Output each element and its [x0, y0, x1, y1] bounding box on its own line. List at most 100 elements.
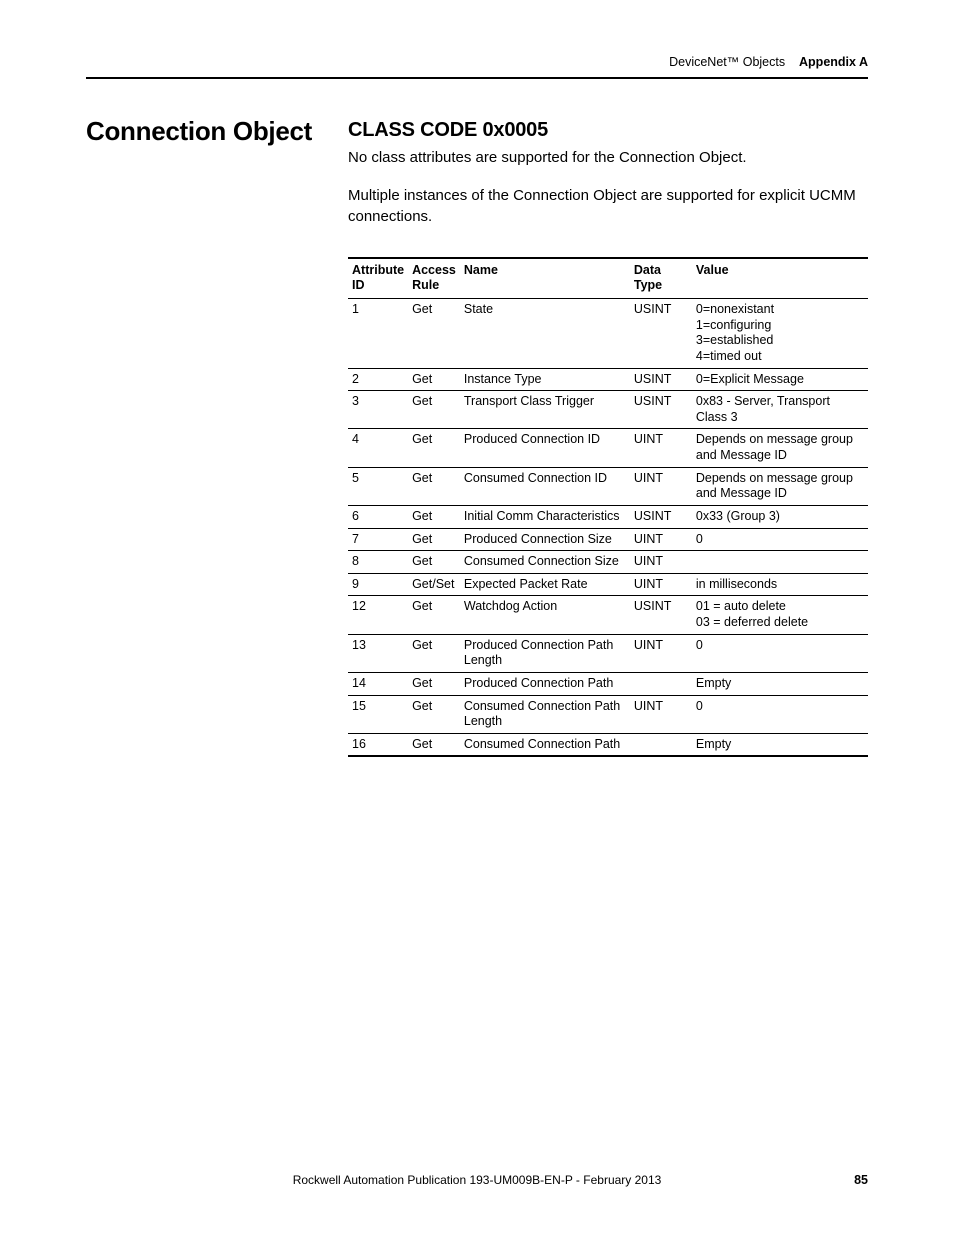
footer-publication: Rockwell Automation Publication 193-UM00…: [86, 1173, 868, 1187]
cell-name: Instance Type: [460, 368, 630, 391]
cell-type: [630, 672, 692, 695]
cell-id: 2: [348, 368, 408, 391]
cell-value: in milliseconds: [692, 573, 868, 596]
cell-id: 5: [348, 467, 408, 505]
cell-type: UINT: [630, 634, 692, 672]
cell-id: 3: [348, 391, 408, 429]
cell-type: [630, 733, 692, 756]
table-row: 7GetProduced Connection SizeUINT0: [348, 528, 868, 551]
cell-rule: Get: [408, 672, 460, 695]
cell-type: UINT: [630, 695, 692, 733]
th-value: Value: [692, 258, 868, 299]
cell-name: Produced Connection Path Length: [460, 634, 630, 672]
cell-value: 0x33 (Group 3): [692, 505, 868, 528]
table-row: 12GetWatchdog ActionUSINT01 = auto delet…: [348, 596, 868, 634]
attributes-table: Attribute ID Access Rule Name Data Type …: [348, 257, 868, 758]
table-row: 15GetConsumed Connection Path LengthUINT…: [348, 695, 868, 733]
paragraph-2: Multiple instances of the Connection Obj…: [348, 186, 868, 227]
table-row: 2GetInstance TypeUSINT0=Explicit Message: [348, 368, 868, 391]
cell-id: 14: [348, 672, 408, 695]
section-title: Connection Object: [86, 117, 348, 146]
cell-id: 4: [348, 429, 408, 467]
cell-type: UINT: [630, 528, 692, 551]
cell-value: Depends on message group and Message ID: [692, 467, 868, 505]
cell-rule: Get: [408, 551, 460, 574]
cell-name: Consumed Connection Path Length: [460, 695, 630, 733]
cell-rule: Get: [408, 429, 460, 467]
cell-rule: Get: [408, 505, 460, 528]
cell-value: 0: [692, 695, 868, 733]
table-row: 3GetTransport Class TriggerUSINT0x83 - S…: [348, 391, 868, 429]
cell-name: Consumed Connection ID: [460, 467, 630, 505]
table-header-row: Attribute ID Access Rule Name Data Type …: [348, 258, 868, 299]
cell-id: 1: [348, 299, 408, 369]
cell-rule: Get: [408, 467, 460, 505]
table-row: 1GetStateUSINT0=nonexistant1=configuring…: [348, 299, 868, 369]
cell-value: Depends on message group and Message ID: [692, 429, 868, 467]
footer-page-number: 85: [854, 1173, 868, 1187]
cell-rule: Get: [408, 695, 460, 733]
cell-id: 16: [348, 733, 408, 756]
th-data-type: Data Type: [630, 258, 692, 299]
cell-rule: Get/Set: [408, 573, 460, 596]
cell-id: 13: [348, 634, 408, 672]
table-row: 16GetConsumed Connection Path Empty: [348, 733, 868, 756]
cell-type: USINT: [630, 368, 692, 391]
table-row: 13GetProduced Connection Path LengthUINT…: [348, 634, 868, 672]
cell-id: 7: [348, 528, 408, 551]
cell-name: Produced Connection ID: [460, 429, 630, 467]
paragraph-1: No class attributes are supported for th…: [348, 148, 868, 168]
table-row: 6GetInitial Comm CharacteristicsUSINT0x3…: [348, 505, 868, 528]
cell-name: Transport Class Trigger: [460, 391, 630, 429]
cell-id: 8: [348, 551, 408, 574]
cell-id: 9: [348, 573, 408, 596]
cell-rule: Get: [408, 391, 460, 429]
table-row: 9Get/SetExpected Packet RateUINTin milli…: [348, 573, 868, 596]
table-row: 8GetConsumed Connection SizeUINT: [348, 551, 868, 574]
th-access-rule: Access Rule: [408, 258, 460, 299]
cell-type: UINT: [630, 573, 692, 596]
cell-type: USINT: [630, 299, 692, 369]
cell-rule: Get: [408, 368, 460, 391]
cell-value: Empty: [692, 672, 868, 695]
cell-value: 0=nonexistant1=configuring3=established4…: [692, 299, 868, 369]
cell-id: 6: [348, 505, 408, 528]
cell-rule: Get: [408, 299, 460, 369]
cell-name: Produced Connection Path: [460, 672, 630, 695]
table-row: 4GetProduced Connection IDUINTDepends on…: [348, 429, 868, 467]
header-right: Appendix A: [799, 55, 868, 69]
cell-rule: Get: [408, 596, 460, 634]
cell-type: UINT: [630, 467, 692, 505]
cell-value: 0=Explicit Message: [692, 368, 868, 391]
cell-value: 01 = auto delete03 = deferred delete: [692, 596, 868, 634]
cell-name: Consumed Connection Size: [460, 551, 630, 574]
cell-value: 0: [692, 528, 868, 551]
table-row: 5GetConsumed Connection IDUINTDepends on…: [348, 467, 868, 505]
th-name: Name: [460, 258, 630, 299]
cell-name: Watchdog Action: [460, 596, 630, 634]
cell-value: 0x83 - Server, Transport Class 3: [692, 391, 868, 429]
cell-rule: Get: [408, 634, 460, 672]
cell-value: [692, 551, 868, 574]
cell-name: Expected Packet Rate: [460, 573, 630, 596]
cell-rule: Get: [408, 733, 460, 756]
cell-type: USINT: [630, 596, 692, 634]
cell-type: USINT: [630, 505, 692, 528]
table-row: 14GetProduced Connection Path Empty: [348, 672, 868, 695]
header-left: DeviceNet™ Objects: [669, 55, 785, 69]
th-attribute-id: Attribute ID: [348, 258, 408, 299]
cell-type: UINT: [630, 551, 692, 574]
cell-id: 15: [348, 695, 408, 733]
class-code-heading: CLASS CODE 0x0005: [348, 119, 868, 142]
cell-name: Initial Comm Characteristics: [460, 505, 630, 528]
cell-type: USINT: [630, 391, 692, 429]
cell-name: State: [460, 299, 630, 369]
cell-rule: Get: [408, 528, 460, 551]
cell-value: 0: [692, 634, 868, 672]
cell-value: Empty: [692, 733, 868, 756]
cell-name: Produced Connection Size: [460, 528, 630, 551]
cell-id: 12: [348, 596, 408, 634]
page-footer: Rockwell Automation Publication 193-UM00…: [0, 1173, 954, 1187]
running-header: DeviceNet™ Objects Appendix A: [86, 55, 868, 79]
cell-name: Consumed Connection Path: [460, 733, 630, 756]
